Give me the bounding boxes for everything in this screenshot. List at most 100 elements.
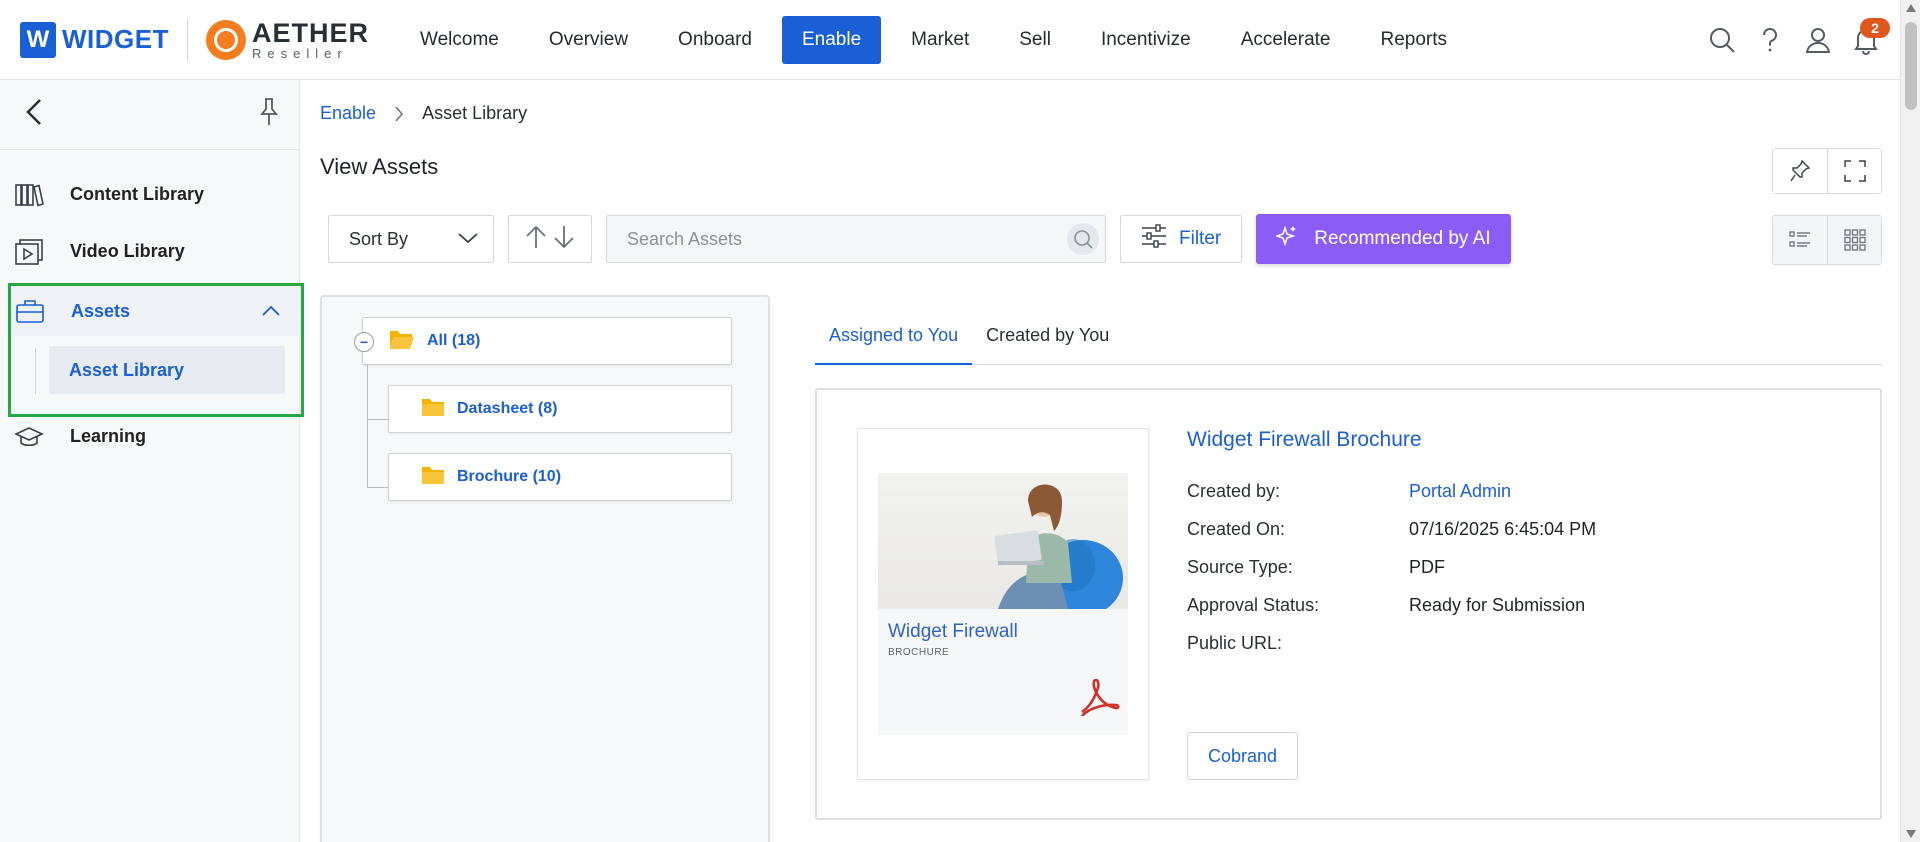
nav-reports[interactable]: Reports bbox=[1356, 16, 1473, 64]
detail-row-created-by: Created by: Portal Admin bbox=[1187, 472, 1596, 510]
breadcrumb: Enable Asset Library bbox=[320, 103, 527, 124]
tree-connector bbox=[367, 419, 389, 420]
notification-badge: 2 bbox=[1860, 18, 1890, 38]
main-content: Enable Asset Library View Assets Sort By bbox=[300, 80, 1900, 842]
scroll-up-arrow-icon[interactable] bbox=[1906, 4, 1916, 12]
detail-label: Created On: bbox=[1187, 518, 1286, 539]
sidebar: Content Library Video Library Assets Ass… bbox=[0, 80, 304, 842]
nav-onboard[interactable]: Onboard bbox=[653, 16, 777, 64]
tree-connector bbox=[367, 365, 368, 487]
collapse-tree-icon[interactable]: − bbox=[354, 332, 374, 352]
aether-brand-sub: Reseller bbox=[252, 45, 348, 61]
sidebar-header bbox=[0, 80, 299, 150]
detail-row-created-on: Created On: 07/16/2025 6:45:04 PM bbox=[1187, 510, 1596, 548]
sidebar-item-video-library[interactable]: Video Library bbox=[0, 223, 300, 280]
brochure-cover-title: Widget Firewall bbox=[888, 621, 1018, 642]
detail-label: Public URL: bbox=[1187, 632, 1283, 653]
search-icon[interactable] bbox=[1698, 16, 1746, 64]
search-input[interactable] bbox=[627, 228, 1067, 250]
nav-accelerate[interactable]: Accelerate bbox=[1216, 16, 1356, 64]
help-icon[interactable] bbox=[1746, 16, 1794, 64]
chevron-up-icon[interactable] bbox=[261, 301, 281, 322]
created-on-value: 07/16/2025 6:45:04 PM bbox=[1409, 518, 1597, 539]
cobrand-button[interactable]: Cobrand bbox=[1187, 732, 1299, 780]
arrow-down-icon[interactable] bbox=[553, 224, 575, 255]
submenu-line bbox=[35, 348, 36, 394]
page-scrollbar[interactable] bbox=[1900, 0, 1920, 842]
asset-title-link[interactable]: Widget Firewall Brochure bbox=[1187, 428, 1596, 452]
sort-direction-toggle[interactable] bbox=[508, 215, 592, 263]
sort-by-dropdown[interactable]: Sort By bbox=[328, 215, 494, 263]
asset-thumbnail[interactable]: Widget Firewall BROCHURE bbox=[857, 428, 1149, 780]
search-assets-box bbox=[606, 215, 1106, 263]
open-folder-icon bbox=[389, 328, 415, 355]
nav-enable[interactable]: Enable bbox=[782, 15, 882, 64]
asset-card: Widget Firewall BROCHURE Widget Firewall… bbox=[815, 388, 1882, 820]
widget-brand-name: WIDGET bbox=[62, 24, 169, 54]
tree-connector bbox=[367, 487, 389, 488]
sidebar-item-learning[interactable]: Learning bbox=[0, 408, 300, 465]
page-actions bbox=[1772, 148, 1882, 194]
tab-assigned-to-you[interactable]: Assigned to You bbox=[815, 300, 973, 365]
tree-node-brochure[interactable]: Brochure (10) bbox=[388, 453, 732, 501]
list-view-button[interactable] bbox=[1773, 216, 1827, 264]
detail-label: Approval Status: bbox=[1187, 594, 1320, 615]
asset-details: Widget Firewall Brochure Created by: Por… bbox=[1187, 428, 1596, 662]
sidebar-item-label: Learning bbox=[70, 426, 147, 446]
sidebar-item-assets[interactable]: Assets bbox=[11, 286, 301, 336]
brand-divider bbox=[187, 18, 188, 61]
page-title: View Assets bbox=[320, 154, 439, 179]
breadcrumb-current: Asset Library bbox=[422, 103, 528, 123]
created-by-link[interactable]: Portal Admin bbox=[1409, 481, 1511, 502]
source-type-value: PDF bbox=[1409, 556, 1445, 577]
filter-button[interactable]: Filter bbox=[1120, 215, 1243, 263]
search-icon[interactable] bbox=[1067, 223, 1099, 255]
brand-logos[interactable]: W WIDGET AETHER Reseller bbox=[20, 18, 369, 61]
approval-status-value: Ready for Submission bbox=[1409, 594, 1586, 615]
video-icon bbox=[14, 237, 44, 267]
nav-welcome[interactable]: Welcome bbox=[395, 16, 524, 64]
bell-icon[interactable]: 2 bbox=[1842, 16, 1890, 64]
user-icon[interactable] bbox=[1794, 16, 1842, 64]
tab-created-by-you[interactable]: Created by You bbox=[972, 300, 1123, 365]
scroll-thumb[interactable] bbox=[1905, 22, 1917, 110]
breadcrumb-enable[interactable]: Enable bbox=[320, 103, 376, 124]
tree-node-label: Datasheet (8) bbox=[457, 400, 558, 417]
sidebar-item-content-library[interactable]: Content Library bbox=[0, 166, 300, 223]
asset-toolbar: Sort By Filter bbox=[328, 214, 1511, 264]
sliders-icon bbox=[1141, 224, 1167, 254]
chevron-right-icon bbox=[394, 105, 404, 123]
detail-label: Created by: bbox=[1187, 480, 1281, 501]
brochure-cover-subtitle: BROCHURE bbox=[888, 647, 950, 658]
tree-node-all[interactable]: All (18) bbox=[362, 317, 732, 365]
fullscreen-button[interactable] bbox=[1827, 149, 1881, 193]
scroll-down-arrow-icon[interactable] bbox=[1906, 830, 1916, 838]
detail-label: Source Type: bbox=[1187, 556, 1293, 577]
pdf-icon bbox=[1078, 678, 1120, 721]
aether-brand: AETHER Reseller bbox=[252, 19, 369, 61]
arrow-up-icon[interactable] bbox=[525, 224, 547, 255]
grid-view-button[interactable] bbox=[1827, 216, 1881, 264]
nav-incentivize[interactable]: Incentivize bbox=[1076, 16, 1216, 64]
sparkle-icon bbox=[1274, 225, 1298, 253]
tree-node-datasheet[interactable]: Datasheet (8) bbox=[388, 385, 732, 433]
nav-sell[interactable]: Sell bbox=[994, 16, 1076, 64]
folder-icon bbox=[421, 465, 445, 490]
view-toggle bbox=[1772, 215, 1882, 265]
sidebar-item-label: Content Library bbox=[70, 184, 205, 204]
detail-row-source-type: Source Type: PDF bbox=[1187, 548, 1596, 586]
aether-logo-icon bbox=[206, 19, 246, 60]
ai-button-label: Recommended by AI bbox=[1314, 228, 1491, 249]
pin-page-button[interactable] bbox=[1773, 149, 1827, 193]
folder-icon bbox=[421, 397, 445, 422]
collapse-sidebar-icon[interactable] bbox=[24, 97, 44, 132]
nav-market[interactable]: Market bbox=[886, 16, 994, 64]
tree-node-label: Brochure (10) bbox=[457, 468, 562, 485]
top-right-icons: 2 bbox=[1698, 0, 1890, 80]
pin-icon[interactable] bbox=[257, 97, 281, 132]
nav-overview[interactable]: Overview bbox=[524, 16, 653, 64]
sort-by-label: Sort By bbox=[349, 228, 409, 249]
detail-row-approval-status: Approval Status: Ready for Submission bbox=[1187, 586, 1596, 624]
sidebar-item-asset-library[interactable]: Asset Library bbox=[49, 346, 285, 394]
recommended-by-ai-button[interactable]: Recommended by AI bbox=[1256, 214, 1511, 264]
